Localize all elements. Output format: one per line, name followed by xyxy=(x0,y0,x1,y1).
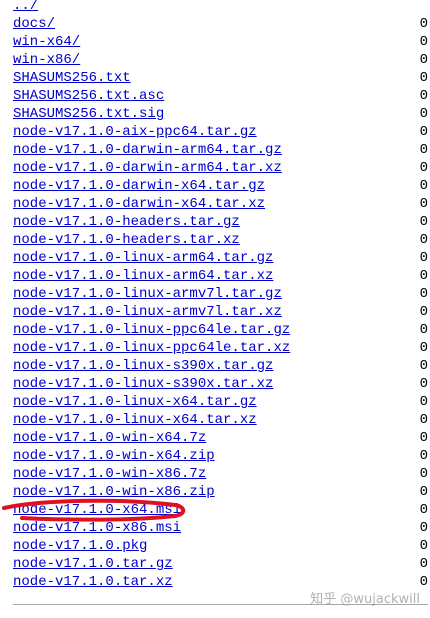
list-item: node-v17.1.0-linux-ppc64le.tar.xz 0 xyxy=(0,339,430,357)
file-size: 0 xyxy=(419,322,428,338)
file-size: 0 xyxy=(419,268,428,284)
list-item: node-v17.1.0-headers.tar.gz 0 xyxy=(0,213,430,231)
file-size: 0 xyxy=(419,286,428,302)
file-size: 0 xyxy=(419,430,428,446)
file-size: 0 xyxy=(419,88,428,104)
file-link[interactable]: SHASUMS256.txt.sig xyxy=(13,105,164,123)
file-size: 0 xyxy=(419,574,428,590)
list-item: node-v17.1.0-win-x86.7z 0 xyxy=(0,465,430,483)
watermark: 知乎 @wujackwill xyxy=(310,592,420,607)
file-link[interactable]: node-v17.1.0-linux-s390x.tar.xz xyxy=(13,375,273,393)
file-size: 0 xyxy=(419,70,428,86)
file-link[interactable]: node-v17.1.0-x64.msi xyxy=(13,501,181,519)
file-link[interactable]: node-v17.1.0-x86.msi xyxy=(13,519,181,537)
list-item: node-v17.1.0-headers.tar.xz 0 xyxy=(0,231,430,249)
list-item: node-v17.1.0-linux-arm64.tar.gz 0 xyxy=(0,249,430,267)
list-item: node-v17.1.0.pkg 0 xyxy=(0,537,430,555)
file-size: 0 xyxy=(419,250,428,266)
file-size: 0 xyxy=(419,502,428,518)
list-item: node-v17.1.0.tar.gz 0 xyxy=(0,555,430,573)
file-link[interactable]: node-v17.1.0-win-x64.zip xyxy=(13,447,215,465)
list-item: node-v17.1.0-win-x64.7z 0 xyxy=(0,429,430,447)
file-size: 0 xyxy=(419,340,428,356)
file-size: 0 xyxy=(419,376,428,392)
list-item: SHASUMS256.txt.sig 0 xyxy=(0,105,430,123)
file-size: 0 xyxy=(419,556,428,572)
file-link[interactable]: win-x86/ xyxy=(13,51,80,69)
file-size: 0 xyxy=(419,52,428,68)
list-item: node-v17.1.0-linux-s390x.tar.gz 0 xyxy=(0,357,430,375)
file-size: 0 xyxy=(419,304,428,320)
file-link[interactable]: node-v17.1.0-linux-armv7l.tar.gz xyxy=(13,285,282,303)
file-link[interactable]: node-v17.1.0-linux-armv7l.tar.xz xyxy=(13,303,282,321)
list-item: node-v17.1.0-darwin-x64.tar.gz 0 xyxy=(0,177,430,195)
file-size: 0 xyxy=(419,484,428,500)
list-item: node-v17.1.0-linux-arm64.tar.xz 0 xyxy=(0,267,430,285)
list-item: node-v17.1.0-aix-ppc64.tar.gz 0 xyxy=(0,123,430,141)
file-link[interactable]: node-v17.1.0-linux-ppc64le.tar.gz xyxy=(13,321,290,339)
file-link[interactable]: node-v17.1.0-win-x86.7z xyxy=(13,465,206,483)
file-size: 0 xyxy=(419,466,428,482)
file-link[interactable]: SHASUMS256.txt xyxy=(13,69,131,87)
list-item: node-v17.1.0-linux-ppc64le.tar.gz 0 xyxy=(0,321,430,339)
file-link[interactable]: node-v17.1.0.pkg xyxy=(13,537,147,555)
list-item: win-x64/0 xyxy=(0,33,430,51)
file-link[interactable]: node-v17.1.0.tar.xz xyxy=(13,573,173,591)
list-item: docs/0 xyxy=(0,15,430,33)
file-size: 0 xyxy=(419,34,428,50)
file-link[interactable]: node-v17.1.0.tar.gz xyxy=(13,555,173,573)
list-item: node-v17.1.0-linux-x64.tar.xz 0 xyxy=(0,411,430,429)
list-item: node-v17.1.0-linux-x64.tar.gz 0 xyxy=(0,393,430,411)
file-size: 0 xyxy=(419,232,428,248)
list-item: node-v17.1.0-x86.msi 0 xyxy=(0,519,430,537)
file-size: 0 xyxy=(419,178,428,194)
file-link[interactable]: node-v17.1.0-headers.tar.gz xyxy=(13,213,240,231)
file-link[interactable]: node-v17.1.0-linux-ppc64le.tar.xz xyxy=(13,339,290,357)
file-size: 0 xyxy=(419,358,428,374)
file-link[interactable]: node-v17.1.0-linux-x64.tar.gz xyxy=(13,393,257,411)
file-link[interactable]: node-v17.1.0-win-x64.7z xyxy=(13,429,206,447)
list-item: node-v17.1.0-win-x64.zip 0 xyxy=(0,447,430,465)
file-size: 0 xyxy=(419,538,428,554)
file-link[interactable]: node-v17.1.0-aix-ppc64.tar.gz xyxy=(13,123,257,141)
file-size: 0 xyxy=(419,214,428,230)
list-item: ../ xyxy=(0,0,430,15)
file-link[interactable]: node-v17.1.0-linux-s390x.tar.gz xyxy=(13,357,273,375)
file-size: 0 xyxy=(419,196,428,212)
file-size: 0 xyxy=(419,448,428,464)
file-link[interactable]: node-v17.1.0-darwin-arm64.tar.xz xyxy=(13,159,282,177)
list-item: win-x86/0 xyxy=(0,51,430,69)
list-item: SHASUMS256.txt 0 xyxy=(0,69,430,87)
file-link[interactable]: node-v17.1.0-darwin-x64.tar.gz xyxy=(13,177,265,195)
file-size: 0 xyxy=(419,106,428,122)
list-item: node-v17.1.0-linux-armv7l.tar.xz 0 xyxy=(0,303,430,321)
file-link[interactable]: node-v17.1.0-linux-arm64.tar.gz xyxy=(13,249,273,267)
list-item: SHASUMS256.txt.asc 0 xyxy=(0,87,430,105)
file-link[interactable]: node-v17.1.0-darwin-x64.tar.xz xyxy=(13,195,265,213)
file-link[interactable]: ../ xyxy=(13,0,38,15)
file-link[interactable]: node-v17.1.0-win-x86.zip xyxy=(13,483,215,501)
list-item: node-v17.1.0-win-x86.zip 0 xyxy=(0,483,430,501)
file-link[interactable]: SHASUMS256.txt.asc xyxy=(13,87,164,105)
list-item: node-v17.1.0-x64.msi 0 xyxy=(0,501,430,519)
file-size: 0 xyxy=(419,160,428,176)
list-item: node-v17.1.0-darwin-arm64.tar.xz 0 xyxy=(0,159,430,177)
list-item: node-v17.1.0-linux-s390x.tar.xz 0 xyxy=(0,375,430,393)
file-size: 0 xyxy=(419,412,428,428)
file-link[interactable]: node-v17.1.0-linux-x64.tar.xz xyxy=(13,411,257,429)
file-size: 0 xyxy=(419,520,428,536)
file-link[interactable]: docs/ xyxy=(13,15,55,33)
list-item: node-v17.1.0-linux-armv7l.tar.gz 0 xyxy=(0,285,430,303)
file-size: 0 xyxy=(419,394,428,410)
list-item: node-v17.1.0-darwin-x64.tar.xz 0 xyxy=(0,195,430,213)
list-item: node-v17.1.0-darwin-arm64.tar.gz 0 xyxy=(0,141,430,159)
file-link[interactable]: node-v17.1.0-darwin-arm64.tar.gz xyxy=(13,141,282,159)
file-link[interactable]: win-x64/ xyxy=(13,33,80,51)
file-size: 0 xyxy=(419,124,428,140)
file-size: 0 xyxy=(419,16,428,32)
file-link[interactable]: node-v17.1.0-headers.tar.xz xyxy=(13,231,240,249)
file-size: 0 xyxy=(419,142,428,158)
file-link[interactable]: node-v17.1.0-linux-arm64.tar.xz xyxy=(13,267,273,285)
